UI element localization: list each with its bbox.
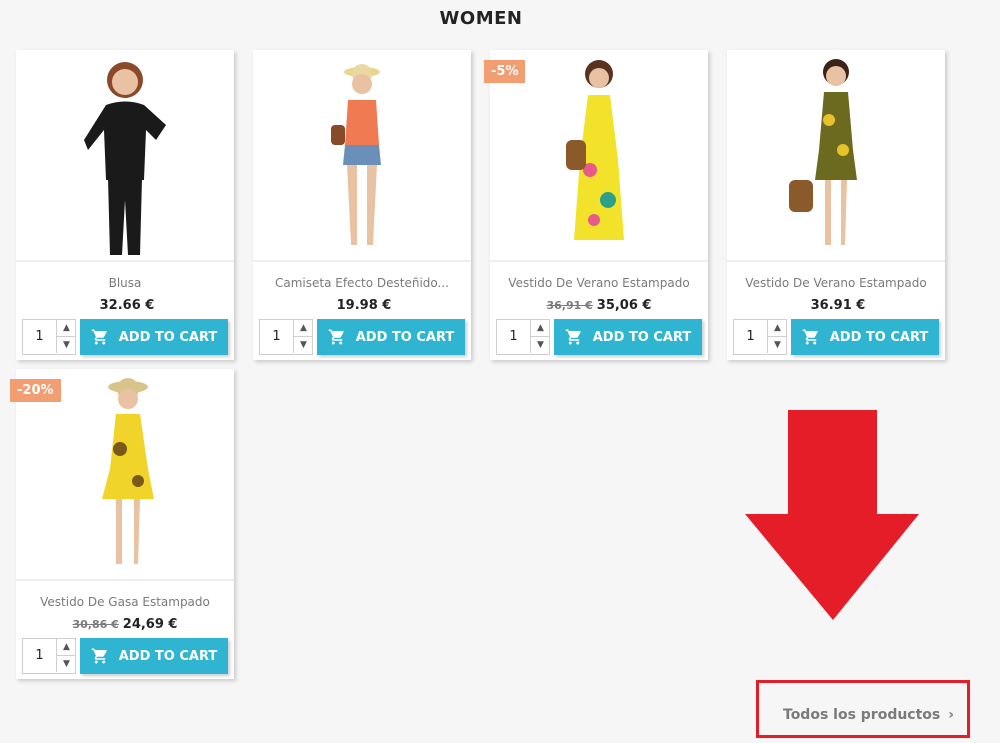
- all-products-label: Todos los productos: [783, 707, 941, 723]
- product-card[interactable]: Blusa 32.66 € 1 ▲ ▼ ADD TO CART: [16, 50, 234, 360]
- decrement-chevron-down-icon[interactable]: ▼: [767, 337, 787, 353]
- quantity-stepper[interactable]: 1 ▲ ▼: [22, 638, 76, 674]
- regular-price: 30,86 €: [72, 618, 119, 631]
- add-to-cart-label: ADD TO CART: [592, 329, 692, 345]
- increment-chevron-up-icon[interactable]: ▲: [767, 320, 787, 337]
- add-to-cart-label: ADD TO CART: [829, 329, 929, 345]
- cart-icon: [91, 329, 107, 345]
- decrement-chevron-down-icon[interactable]: ▼: [293, 337, 313, 353]
- product-price: 36.91 €: [810, 298, 866, 313]
- product-price-row: 36.91 €: [727, 298, 945, 313]
- increment-chevron-up-icon[interactable]: ▲: [530, 320, 550, 337]
- all-products-link[interactable]: Todos los productos ›: [783, 707, 954, 723]
- product-name[interactable]: Camiseta Efecto Desteñido...: [253, 276, 471, 290]
- product-name[interactable]: Vestido De Gasa Estampado: [16, 595, 234, 609]
- product-price-row: 19.98 €: [253, 298, 471, 313]
- product-price: 19.98 €: [336, 298, 392, 313]
- add-to-cart-button[interactable]: ADD TO CART: [80, 319, 228, 355]
- quantity-stepper[interactable]: 1 ▲ ▼: [496, 319, 550, 355]
- product-image[interactable]: [16, 50, 234, 262]
- decrement-chevron-down-icon[interactable]: ▼: [530, 337, 550, 353]
- cart-icon: [91, 648, 107, 664]
- add-to-cart-label: ADD TO CART: [355, 329, 455, 345]
- product-card[interactable]: Camiseta Efecto Desteñido... 19.98 € 1 ▲…: [253, 50, 471, 360]
- quantity-input[interactable]: 1: [260, 320, 293, 354]
- add-to-cart-button[interactable]: ADD TO CART: [80, 638, 228, 674]
- product-price-row: 32.66 €: [16, 298, 234, 313]
- product-price-row: 36,91 €35,06 €: [490, 298, 708, 313]
- quantity-input[interactable]: 1: [734, 320, 767, 354]
- quantity-input[interactable]: 1: [497, 320, 530, 354]
- product-price-row: 30,86 €24,69 €: [16, 617, 234, 632]
- chevron-right-icon: ›: [948, 707, 955, 723]
- product-card[interactable]: Vestido De Verano Estampado 36.91 € 1 ▲ …: [727, 50, 945, 360]
- product-name[interactable]: Vestido De Verano Estampado: [490, 276, 708, 290]
- increment-chevron-up-icon[interactable]: ▲: [56, 320, 76, 337]
- product-price: 24,69 €: [122, 617, 178, 632]
- section-title: WOMEN: [439, 8, 523, 29]
- product-name[interactable]: Blusa: [16, 276, 234, 290]
- quantity-input[interactable]: 1: [23, 639, 56, 673]
- annotation-arrow-down-icon: [745, 410, 919, 620]
- product-card[interactable]: -5% Vestido De Verano Estampado 36,91 €3…: [484, 50, 708, 360]
- discount-badge: -5%: [484, 60, 526, 83]
- add-to-cart-button[interactable]: ADD TO CART: [554, 319, 702, 355]
- cart-icon: [565, 329, 581, 345]
- cart-icon: [802, 329, 818, 345]
- decrement-chevron-down-icon[interactable]: ▼: [56, 337, 76, 353]
- add-to-cart-button[interactable]: ADD TO CART: [317, 319, 465, 355]
- increment-chevron-up-icon[interactable]: ▲: [293, 320, 313, 337]
- add-to-cart-button[interactable]: ADD TO CART: [791, 319, 939, 355]
- discount-badge: -20%: [10, 379, 61, 402]
- product-price: 35,06 €: [596, 298, 652, 313]
- product-image[interactable]: [253, 50, 471, 262]
- decrement-chevron-down-icon[interactable]: ▼: [56, 656, 76, 672]
- product-image[interactable]: [727, 50, 945, 262]
- add-to-cart-label: ADD TO CART: [118, 648, 218, 664]
- add-to-cart-label: ADD TO CART: [118, 329, 218, 345]
- quantity-stepper[interactable]: 1 ▲ ▼: [733, 319, 787, 355]
- product-price: 32.66 €: [99, 298, 155, 313]
- product-card[interactable]: -20% Vestido De Gasa Estampado 30,86 €24…: [10, 369, 234, 679]
- increment-chevron-up-icon[interactable]: ▲: [56, 639, 76, 656]
- regular-price: 36,91 €: [546, 299, 593, 312]
- product-name[interactable]: Vestido De Verano Estampado: [727, 276, 945, 290]
- quantity-stepper[interactable]: 1 ▲ ▼: [22, 319, 76, 355]
- quantity-input[interactable]: 1: [23, 320, 56, 354]
- quantity-stepper[interactable]: 1 ▲ ▼: [259, 319, 313, 355]
- cart-icon: [328, 329, 344, 345]
